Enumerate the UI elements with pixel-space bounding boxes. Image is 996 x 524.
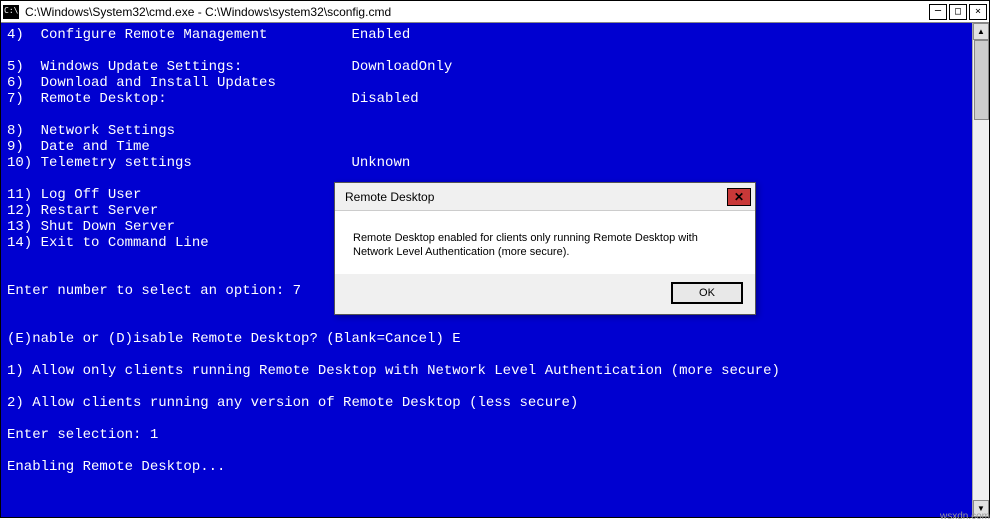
scroll-thumb[interactable] <box>974 40 989 120</box>
scroll-up-button[interactable]: ▲ <box>973 23 989 40</box>
dialog-footer: OK <box>335 274 755 314</box>
close-button[interactable]: × <box>969 4 987 20</box>
vertical-scrollbar[interactable]: ▲ ▼ <box>972 23 989 517</box>
dialog-close-button[interactable]: ✕ <box>727 188 751 206</box>
window-title: C:\Windows\System32\cmd.exe - C:\Windows… <box>25 5 929 19</box>
dialog-message: Remote Desktop enabled for clients only … <box>335 211 755 274</box>
watermark: wsxdn.com <box>940 511 990 522</box>
remote-desktop-dialog: Remote Desktop ✕ Remote Desktop enabled … <box>334 182 756 315</box>
maximize-button[interactable]: □ <box>949 4 967 20</box>
minimize-button[interactable]: ─ <box>929 4 947 20</box>
cmd-icon <box>3 5 19 19</box>
dialog-titlebar: Remote Desktop ✕ <box>335 183 755 211</box>
dialog-title: Remote Desktop <box>345 190 434 204</box>
titlebar: C:\Windows\System32\cmd.exe - C:\Windows… <box>1 1 989 23</box>
window-controls: ─ □ × <box>929 4 987 20</box>
ok-button[interactable]: OK <box>671 282 743 304</box>
